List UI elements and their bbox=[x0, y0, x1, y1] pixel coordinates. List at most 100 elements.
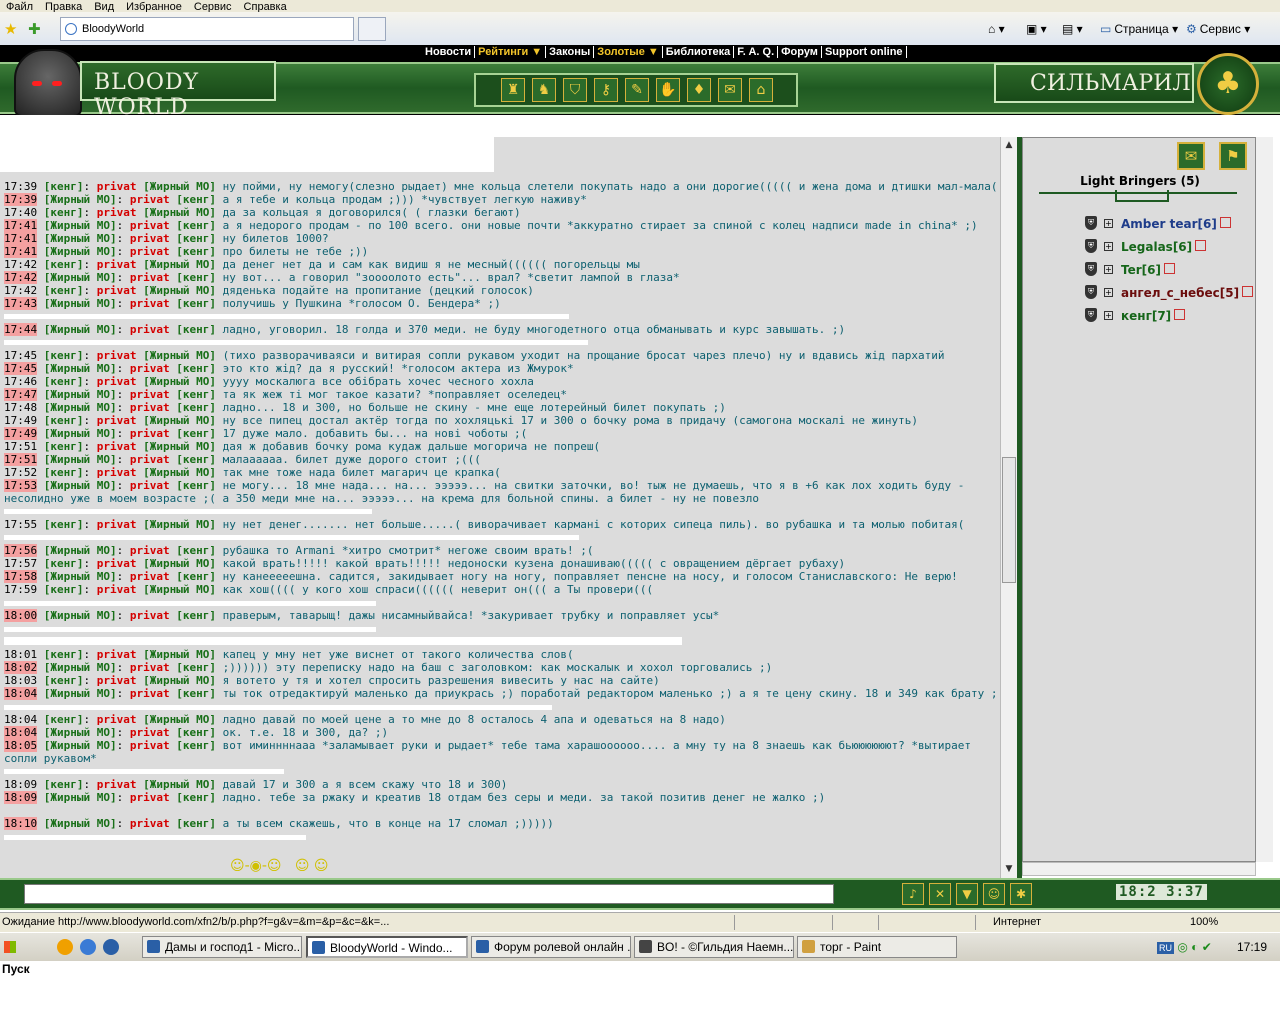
private-tag[interactable]: privat bbox=[130, 544, 170, 557]
private-tag[interactable]: privat bbox=[97, 440, 137, 453]
chat-sender[interactable]: [кенг] bbox=[44, 349, 84, 362]
nav-news[interactable]: Новости bbox=[422, 46, 476, 58]
private-tag[interactable]: privat bbox=[130, 362, 170, 375]
chat-sender[interactable]: [Жирный МО] bbox=[44, 739, 117, 752]
chat-recipient[interactable]: [кенг] bbox=[176, 570, 216, 583]
scroll-icon[interactable]: ✎ bbox=[625, 78, 649, 102]
chat-recipient[interactable]: [Жирный МО] bbox=[143, 557, 216, 570]
key-icon[interactable]: ⚷ bbox=[594, 78, 618, 102]
user-name[interactable]: Ter[6] bbox=[1121, 263, 1175, 277]
private-tag[interactable]: privat bbox=[97, 466, 137, 479]
flag-icon[interactable]: ⚑ bbox=[1219, 142, 1247, 170]
chat-recipient[interactable]: [кенг] bbox=[176, 362, 216, 375]
chat-sender[interactable]: [Жирный МО] bbox=[44, 427, 117, 440]
chat-sender[interactable]: [кенг] bbox=[44, 713, 84, 726]
private-tag[interactable]: privat bbox=[97, 284, 137, 297]
private-tag[interactable]: privat bbox=[130, 817, 170, 830]
chat-recipient[interactable]: [кенг] bbox=[176, 544, 216, 557]
menu-view[interactable]: Вид bbox=[88, 2, 120, 13]
print-icon[interactable]: ▤ ▾ bbox=[1062, 22, 1083, 36]
chat-recipient[interactable]: [Жирный МО] bbox=[143, 414, 216, 427]
pouch-icon[interactable]: ♦ bbox=[687, 78, 711, 102]
mail-icon[interactable] bbox=[57, 939, 73, 955]
chat-sender[interactable]: [Жирный МО] bbox=[44, 570, 117, 583]
chat-sender[interactable]: [Жирный МО] bbox=[44, 323, 117, 336]
private-tag[interactable]: privat bbox=[97, 648, 137, 661]
favorites-star-icon[interactable]: ★ bbox=[4, 20, 17, 38]
chat-recipient[interactable]: [Жирный МО] bbox=[143, 713, 216, 726]
chat-recipient[interactable]: [кенг] bbox=[176, 661, 216, 674]
chat-recipient[interactable]: [кенг] bbox=[176, 427, 216, 440]
private-tag[interactable]: privat bbox=[130, 661, 170, 674]
chat-sender[interactable]: [кенг] bbox=[44, 440, 84, 453]
chat-message-input[interactable] bbox=[24, 884, 834, 904]
chat-sender[interactable]: [Жирный МО] bbox=[44, 726, 117, 739]
private-tag[interactable]: privat bbox=[130, 245, 170, 258]
chat-recipient[interactable]: [кенг] bbox=[176, 609, 216, 622]
chat-recipient[interactable]: [Жирный МО] bbox=[143, 466, 216, 479]
scroll-up-icon[interactable]: ▲ bbox=[1002, 138, 1016, 152]
chat-sender[interactable]: [Жирный МО] bbox=[44, 817, 117, 830]
chat-recipient[interactable]: [кенг] bbox=[176, 388, 216, 401]
chat-recipient[interactable]: [Жирный МО] bbox=[143, 518, 216, 531]
chat-sender[interactable]: [Жирный МО] bbox=[44, 661, 117, 674]
chat-sender[interactable]: [кенг] bbox=[44, 180, 84, 193]
ie-icon[interactable] bbox=[103, 939, 119, 955]
nav-faq[interactable]: F. A. Q. bbox=[734, 46, 779, 58]
chat-sender[interactable]: [кенг] bbox=[44, 414, 84, 427]
security-zone[interactable]: Интернет bbox=[993, 916, 1041, 928]
silmaril-logo[interactable]: СИЛЬМАРИЛ bbox=[994, 63, 1194, 103]
chat-sender[interactable]: [кенг] bbox=[44, 375, 84, 388]
nav-gold[interactable]: Золотые ▼ bbox=[594, 46, 663, 58]
chat-recipient[interactable]: [кенг] bbox=[176, 817, 216, 830]
chat-recipient[interactable]: [Жирный МО] bbox=[143, 206, 216, 219]
private-tag[interactable]: privat bbox=[97, 713, 137, 726]
chat-recipient[interactable]: [Жирный МО] bbox=[143, 258, 216, 271]
expand-icon[interactable]: + bbox=[1104, 219, 1113, 228]
nav-library[interactable]: Библиотека bbox=[662, 46, 735, 58]
nav-forum[interactable]: Форум bbox=[778, 46, 822, 58]
expand-icon[interactable]: + bbox=[1104, 265, 1113, 274]
chat-sender[interactable]: [Жирный МО] bbox=[44, 219, 117, 232]
chat-sender[interactable]: [Жирный МО] bbox=[44, 791, 117, 804]
chat-recipient[interactable]: [Жирный МО] bbox=[143, 778, 216, 791]
chat-recipient[interactable]: [Жирный МО] bbox=[143, 375, 216, 388]
task-bloodyworld[interactable]: BloodyWorld - Windo... bbox=[306, 936, 468, 958]
chat-sender[interactable]: [Жирный МО] bbox=[44, 388, 117, 401]
chat-sender[interactable]: [кенг] bbox=[44, 778, 84, 791]
chat-scrollbar[interactable]: ▲ ▼ bbox=[1000, 137, 1017, 878]
private-tag[interactable]: privat bbox=[130, 193, 170, 206]
task-paint[interactable]: торг - Paint bbox=[797, 936, 957, 958]
menu-file[interactable]: Файл bbox=[0, 2, 39, 13]
info-icon[interactable] bbox=[1219, 217, 1231, 228]
chat-recipient[interactable]: [кенг] bbox=[176, 245, 216, 258]
bloody-world-logo[interactable]: BLOODY WORLD bbox=[8, 49, 280, 120]
chat-sender[interactable]: [Жирный МО] bbox=[44, 544, 117, 557]
chat-sender[interactable]: [кенг] bbox=[44, 258, 84, 271]
private-tag[interactable]: privat bbox=[97, 778, 137, 791]
chat-recipient[interactable]: [кенг] bbox=[176, 297, 216, 310]
chat-recipient[interactable]: [Жирный МО] bbox=[143, 284, 216, 297]
info-icon[interactable] bbox=[1163, 263, 1175, 274]
user-name[interactable]: кенг[7] bbox=[1121, 309, 1186, 323]
shield-icon[interactable]: ⛉ bbox=[563, 78, 587, 102]
room-hscrollbar[interactable] bbox=[1022, 862, 1256, 876]
info-icon[interactable] bbox=[1174, 309, 1186, 320]
chat-recipient[interactable]: [кенг] bbox=[176, 323, 216, 336]
private-tag[interactable]: privat bbox=[97, 349, 137, 362]
menu-edit[interactable]: Правка bbox=[39, 2, 88, 13]
private-tag[interactable]: privat bbox=[130, 453, 170, 466]
chat-sender[interactable]: [Жирный МО] bbox=[44, 687, 117, 700]
chat-sender[interactable]: [кенг] bbox=[44, 518, 84, 531]
media-icon[interactable] bbox=[80, 939, 96, 955]
nav-laws[interactable]: Законы bbox=[546, 46, 595, 58]
start-button[interactable]: Пуск bbox=[2, 936, 46, 976]
chat-sender[interactable]: [Жирный МО] bbox=[44, 401, 117, 414]
chat-sender[interactable]: [кенг] bbox=[44, 206, 84, 219]
filter-icon[interactable]: ▼ bbox=[956, 883, 978, 905]
smiley-icon[interactable]: ☺ bbox=[983, 883, 1005, 905]
home-icon[interactable]: ⌂ ▾ bbox=[988, 22, 1005, 36]
info-icon[interactable] bbox=[1242, 286, 1254, 297]
browser-tab[interactable]: BloodyWorld bbox=[60, 17, 354, 41]
nav-support[interactable]: Support online bbox=[821, 46, 907, 58]
